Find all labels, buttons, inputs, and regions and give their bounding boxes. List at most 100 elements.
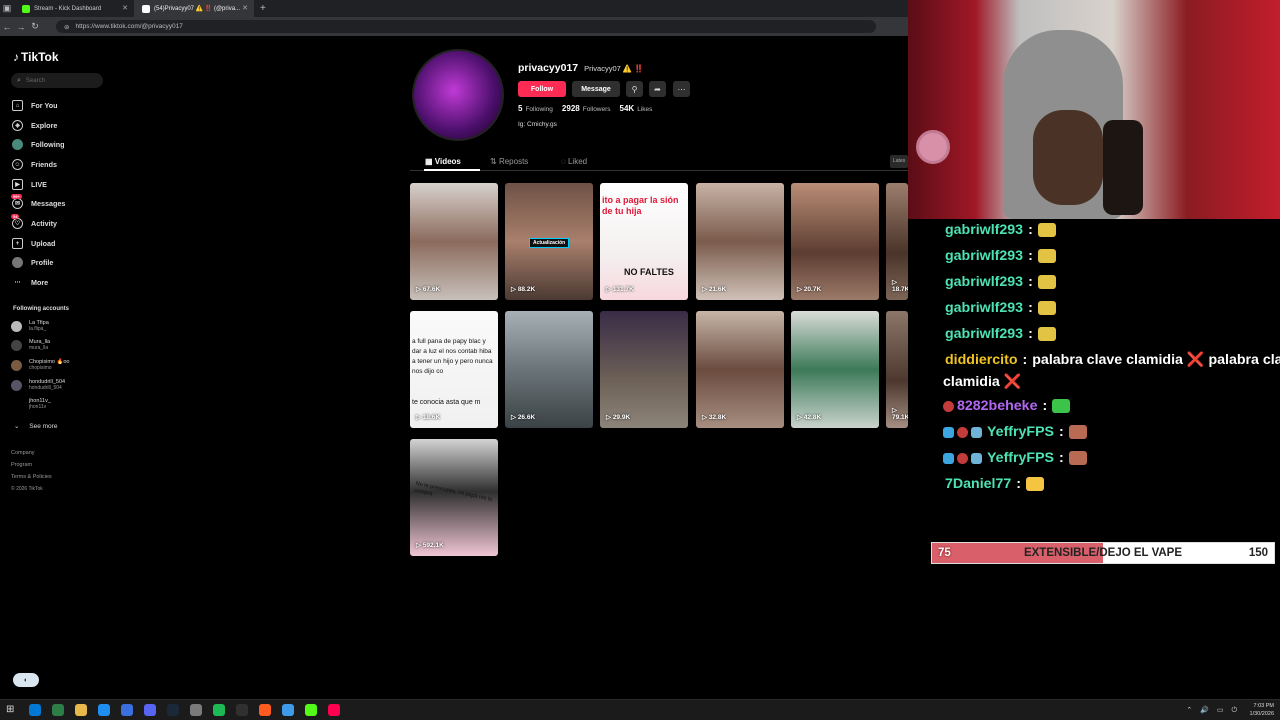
message-button[interactable]: Message [572, 81, 620, 97]
forward-icon[interactable]: → [14, 22, 28, 32]
close-tab-icon[interactable]: ✕ [242, 4, 248, 12]
taskbar-app-icon[interactable] [75, 704, 87, 716]
chat-username[interactable]: gabriwlf293 [945, 248, 1023, 264]
site-info-icon[interactable]: ⊜ [64, 23, 69, 31]
new-tab-icon[interactable]: + [260, 3, 266, 14]
video-thumbnail[interactable]: a full pana de papy blac y dar a luz el … [410, 311, 498, 428]
windows-start-icon[interactable]: ⊞ [6, 704, 18, 716]
brand-name: TikTok [21, 50, 59, 64]
video-thumbnail[interactable]: ▷ 18.7K [886, 183, 908, 300]
followers-stat[interactable]: 2928 Followers [562, 104, 611, 113]
more-options-icon[interactable]: ⋯ [673, 81, 690, 97]
reload-icon[interactable]: ↻ [28, 21, 42, 32]
taskbar-app-icon[interactable] [144, 704, 156, 716]
tiktok-logo[interactable]: ♪ TikTok [13, 50, 59, 64]
following-account[interactable]: jhon11v_ jhon11v [11, 398, 51, 410]
chat-username[interactable]: gabriwlf293 [945, 274, 1023, 290]
chat-separator: : [1042, 398, 1048, 414]
taskbar-app-icon[interactable] [282, 704, 294, 716]
emote-icon [1068, 425, 1087, 439]
nav-activity[interactable]: ♡ 54 Activity [11, 214, 57, 229]
view-count-text: 32.8K [708, 414, 727, 421]
video-thumbnail[interactable]: ▷ 42.8K [791, 311, 879, 428]
nav-messages[interactable]: ✉ 99+ Messages [11, 194, 65, 209]
nav-live[interactable]: ▶ LIVE [12, 179, 47, 190]
chat-username[interactable]: gabriwlf293 [945, 300, 1023, 316]
following-account[interactable]: hondudrill_504 hondudrill_504 [11, 379, 65, 391]
video-thumbnail[interactable]: ▷ 29.9K [600, 311, 688, 428]
latest-sort-button[interactable]: Lates [890, 155, 908, 168]
floating-toggle-button[interactable]: ◐ [13, 673, 39, 687]
chat-username[interactable]: YeffryFPS [987, 424, 1054, 440]
taskbar-app-icon[interactable] [29, 704, 41, 716]
badge-icon [943, 452, 954, 464]
video-caption: te conocia asta que m [412, 399, 481, 406]
nav-explore[interactable]: ◈ Explore [12, 120, 57, 131]
chat-username[interactable]: gabriwlf293 [945, 326, 1023, 342]
badge-icon [943, 400, 954, 412]
footer-company-link[interactable]: Company [11, 450, 35, 456]
system-tray-icons[interactable]: ⌃ 🔊 ▭ ⏻ [1186, 706, 1240, 715]
view-count-text: 131.7K [612, 286, 634, 293]
chat-username[interactable]: 8282beheke [957, 398, 1037, 414]
tab-videos[interactable]: ▦ Videos [425, 157, 461, 166]
view-count-text: 79.1K [892, 414, 908, 421]
video-thumbnail[interactable]: ▷ 20.7K [791, 183, 879, 300]
following-stat[interactable]: 5 Following [518, 104, 553, 113]
video-thumbnail[interactable]: No te preocupes, mi papá me lo compra ▷ 5… [410, 439, 498, 556]
nav-profile[interactable]: Profile [12, 257, 53, 268]
nav-friends[interactable]: ☺ Friends [12, 159, 57, 170]
following-account[interactable]: La Tfipa la.flipa_ [11, 320, 49, 332]
goal-label: EXTENSIBLE/DEJO EL VAPE [1023, 547, 1183, 559]
back-icon[interactable]: ← [0, 22, 14, 32]
close-tab-icon[interactable]: ✕ [122, 4, 128, 12]
following-account[interactable]: Chopisimo 🔥oo chopisimo [11, 359, 69, 371]
account-handle: la.flipa_ [29, 326, 47, 332]
video-thumbnail[interactable]: ▷ 67.6K [410, 183, 498, 300]
active-tab-indicator [424, 169, 480, 171]
taskbar-app-icon[interactable] [305, 704, 317, 716]
profile-avatar[interactable] [412, 49, 504, 141]
taskbar-app-icon[interactable] [167, 704, 179, 716]
taskbar-app-icon[interactable] [259, 704, 271, 716]
following-account[interactable]: Mura_lla mura_lla [11, 339, 50, 351]
nav-following[interactable]: Following [12, 139, 65, 150]
taskbar-app-icon[interactable] [190, 704, 202, 716]
chat-username[interactable]: diddiercito [945, 352, 1018, 368]
video-thumbnail[interactable]: ▷ 21.6K [696, 183, 784, 300]
url-input[interactable]: ⊜ https://www.tiktok.com/@privacyy017 [56, 20, 876, 33]
follow-button[interactable]: Follow [518, 81, 566, 97]
clock[interactable]: 7:03 PM 1/30/2026 [1250, 702, 1274, 718]
video-thumbnail[interactable]: Actualización ▷ 88.2K [505, 183, 593, 300]
taskbar-app-icon[interactable] [328, 704, 340, 716]
see-more-button[interactable]: ⌄ See more [14, 422, 57, 430]
taskbar-app-icon[interactable] [236, 704, 248, 716]
taskbar-app-icon[interactable] [98, 704, 110, 716]
browser-tab-tiktok[interactable]: (54)Privacyy07 ⚠️ ‼️ (@priva... ✕ [134, 0, 254, 17]
video-thumbnail[interactable]: ito a pagar la sión de tu hija NO FALTES ▷… [600, 183, 688, 300]
search-input[interactable]: ⌕ Search [11, 73, 103, 88]
nav-more[interactable]: ⋯ More [12, 277, 49, 288]
share-icon[interactable]: ➦ [649, 81, 666, 97]
video-thumbnail[interactable]: ▷ 79.1K [886, 311, 908, 428]
tab-liked[interactable]: ◌ Liked [561, 157, 587, 166]
messages-badge: 99+ [11, 194, 22, 199]
chat-username[interactable]: gabriwlf293 [945, 222, 1023, 238]
footer-terms-link[interactable]: Terms & Policies [11, 474, 52, 480]
video-thumbnail[interactable]: ▷ 26.6K [505, 311, 593, 428]
tab-reposts[interactable]: ⇅ Reposts [490, 157, 528, 166]
chat-username[interactable]: 7Daniel77 [945, 476, 1011, 492]
taskbar-app-icon[interactable] [52, 704, 64, 716]
window-menu-icon[interactable]: ▣ [0, 3, 14, 14]
video-thumbnail[interactable]: ▷ 32.8K [696, 311, 784, 428]
taskbar-app-icon[interactable] [213, 704, 225, 716]
nav-for-you[interactable]: ⌂ For You [12, 100, 58, 111]
footer-program-link[interactable]: Program [11, 462, 32, 468]
nav-upload[interactable]: + Upload [12, 238, 55, 249]
video-view-count: ▷ 18.6K [416, 413, 440, 421]
chat-username[interactable]: YeffryFPS [987, 450, 1054, 466]
suggested-accounts-icon[interactable]: ⚲ [626, 81, 643, 97]
emote-icon [1037, 249, 1056, 263]
taskbar-app-icon[interactable] [121, 704, 133, 716]
browser-tab-kick[interactable]: Stream - Kick Dashboard ✕ [14, 0, 134, 17]
